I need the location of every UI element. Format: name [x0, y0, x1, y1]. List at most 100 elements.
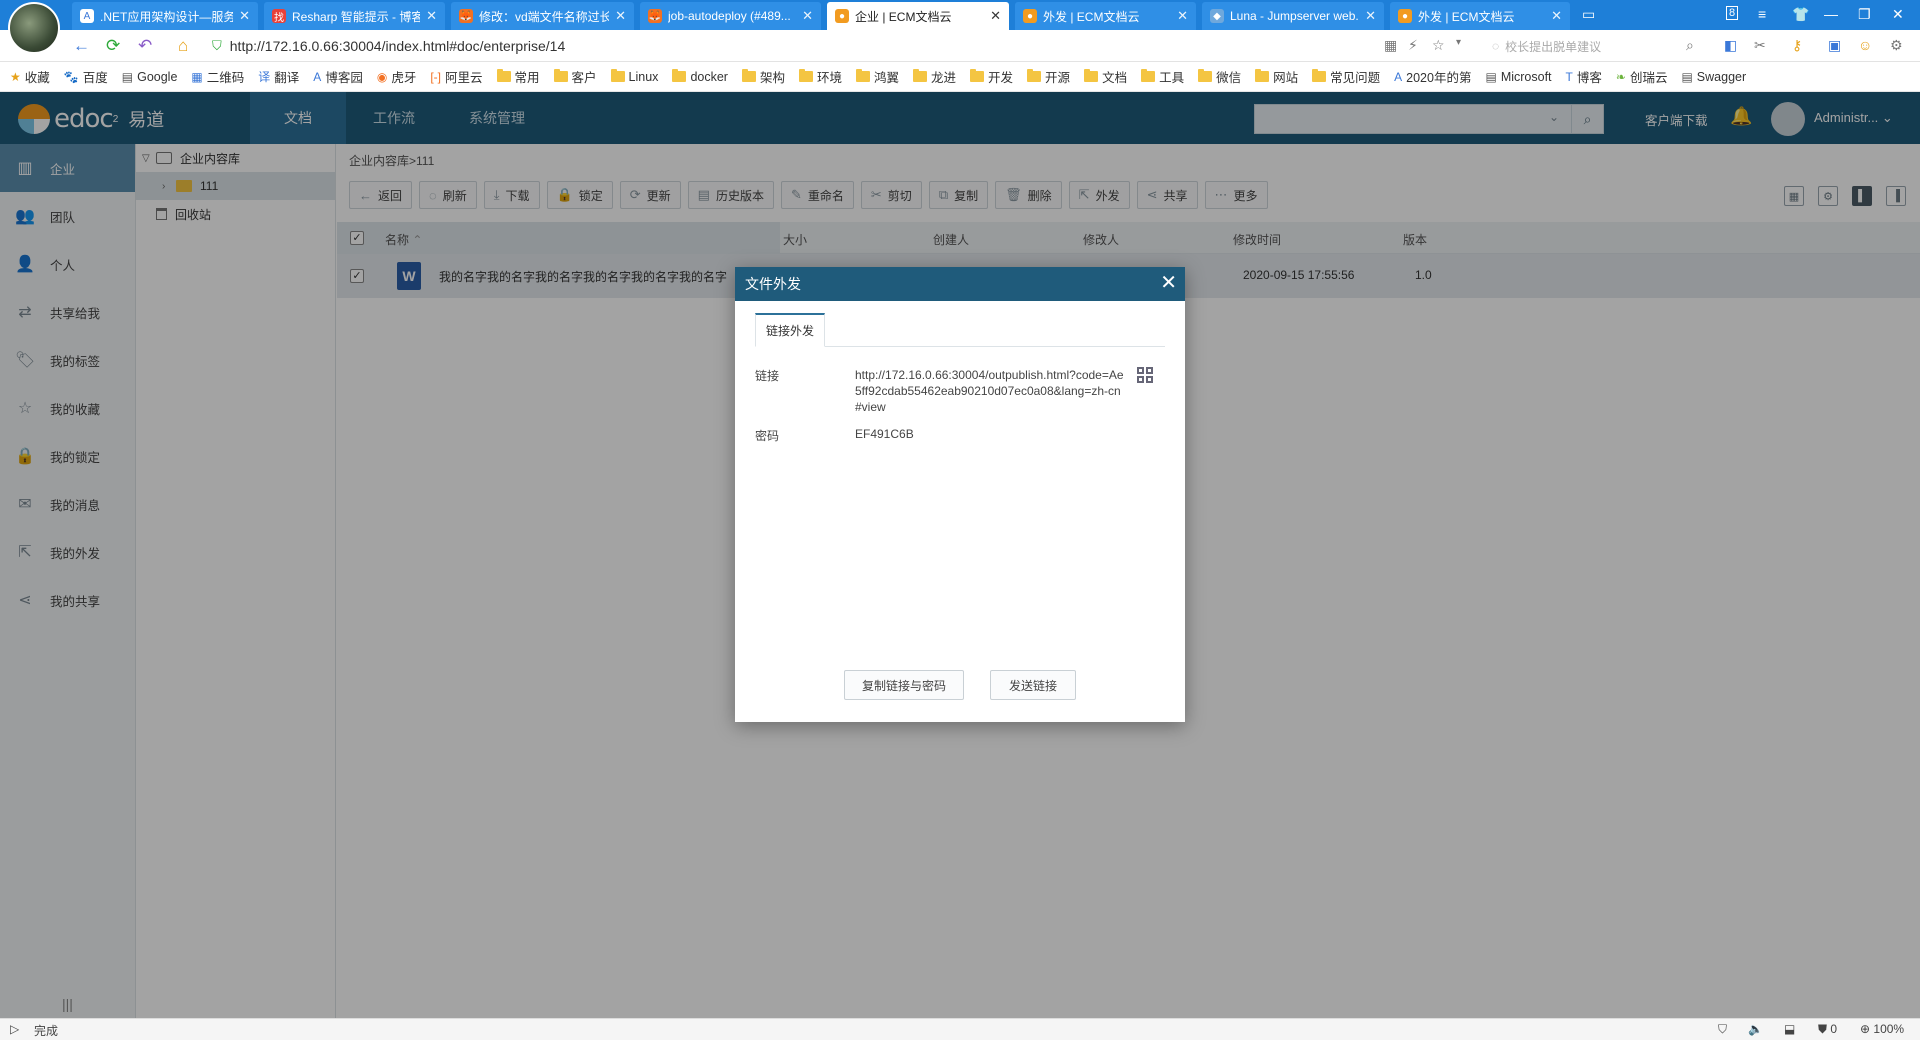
folder-icon [672, 69, 687, 82]
back-icon[interactable]: ← [73, 36, 90, 56]
close-icon[interactable]: ✕ [1160, 272, 1177, 294]
close-window-icon[interactable]: ✕ [1892, 6, 1904, 23]
bookmark-item[interactable]: [-] 阿里云 [430, 67, 482, 86]
password-value[interactable]: EF491C6B [855, 427, 914, 441]
bookmark-item[interactable]: 网站 [1255, 67, 1298, 86]
bookmark-item[interactable]: 龙进 [913, 67, 956, 86]
tools-icon[interactable]: ✂ [1754, 37, 1766, 54]
bookmark-item[interactable]: docker [672, 69, 728, 84]
close-tab-icon[interactable]: ✕ [802, 8, 813, 24]
bookmark-item[interactable]: 文档 [1084, 67, 1127, 86]
bookmark-item[interactable]: 微信 [1198, 67, 1241, 86]
new-tab-icon[interactable]: ▭ [1582, 6, 1595, 23]
browser-profile-avatar[interactable] [8, 2, 60, 54]
bookmark-item[interactable]: ◉ 虎牙 [377, 67, 417, 86]
browser-tab[interactable]: 找 Resharp 智能提示 - 博客... ✕ [264, 2, 445, 30]
url-text[interactable]: http://172.16.0.66:30004/index.html#doc/… [230, 38, 565, 54]
download-manager-icon[interactable]: ⬓ [1784, 1022, 1795, 1036]
bookmark-label: 开源 [1045, 71, 1071, 85]
bookmark-item[interactable]: Linux [610, 69, 659, 84]
bookmark-label: 环境 [816, 71, 842, 85]
browser-tab[interactable]: ● 企业 | ECM文档云 ✕ [827, 2, 1009, 30]
bookmark-item[interactable]: ▦ 二维码 [191, 67, 244, 86]
bookmark-label: 虎牙 [391, 71, 417, 85]
send-link-button[interactable]: 发送链接 [990, 670, 1076, 700]
bookmark-item[interactable]: 开发 [970, 67, 1013, 86]
copy-link-and-password-button[interactable]: 复制链接与密码 [844, 670, 964, 700]
dialog-header: 文件外发 ✕ [735, 267, 1185, 301]
browser-tab[interactable]: ● 外发 | ECM文档云 ✕ [1015, 2, 1196, 30]
bookmark-label: 2020年的第 [1406, 71, 1472, 85]
bookmark-item[interactable]: ★ 收藏 [10, 67, 50, 86]
bookmark-item[interactable]: 客户 [553, 67, 597, 86]
close-tab-icon[interactable]: ✕ [615, 8, 626, 24]
bookmark-label: Swagger [1696, 69, 1747, 84]
qr-code-icon[interactable] [1137, 367, 1153, 383]
tab-favicon-icon: A [80, 9, 94, 23]
qr-code-icon[interactable]: ▦ [1384, 37, 1397, 54]
tab-favicon-icon: ● [1023, 9, 1037, 23]
tab-count-badge[interactable]: 8 [1726, 6, 1739, 20]
link-value[interactable]: http://172.16.0.66:30004/outpublish.html… [855, 367, 1127, 415]
bookmark-item[interactable]: A 博客园 [313, 67, 363, 86]
reload-icon[interactable]: ⟳ [106, 36, 120, 56]
search-icon[interactable]: ⌕ [1686, 37, 1694, 54]
url-input[interactable]: ⛉ http://172.16.0.66:30004/index.html#do… [212, 35, 1377, 57]
undo-icon[interactable]: ↶ [138, 36, 152, 56]
browser-tab[interactable]: ◆ Luna - Jumpserver web... ✕ [1202, 2, 1384, 30]
close-tab-icon[interactable]: ✕ [990, 8, 1001, 24]
minimize-icon[interactable]: — [1824, 6, 1838, 22]
close-tab-icon[interactable]: ✕ [1551, 8, 1562, 24]
link-label: 链接 [755, 369, 780, 383]
cnblogs-icon: A [313, 69, 322, 84]
bookmark-item[interactable]: 工具 [1141, 67, 1184, 86]
sound-icon[interactable]: 🔈 [1748, 1022, 1763, 1036]
adblock-icon[interactable]: ⛊ 0 [1818, 1022, 1837, 1037]
close-tab-icon[interactable]: ✕ [426, 8, 437, 24]
bookmark-item[interactable]: 架构 [741, 67, 785, 86]
bookmark-item[interactable]: 常用 [496, 67, 540, 86]
bookmark-label: 阿里云 [445, 71, 483, 85]
dropdown-icon[interactable]: ▾ [1456, 37, 1461, 48]
skin-icon[interactable]: 👕 [1792, 6, 1809, 23]
bookmark-item[interactable]: 开源 [1027, 67, 1070, 86]
tab-title: 外发 | ECM文档云 [1418, 9, 1515, 24]
tab-link-publish[interactable]: 链接外发 [755, 313, 826, 347]
bookmark-item[interactable]: ❧ 创瑞云 [1616, 67, 1668, 86]
bookmark-label: Linux [628, 69, 659, 84]
browser-tab[interactable]: 🦊 修改：vd端文件名称过长... ✕ [451, 2, 634, 30]
browser-tab[interactable]: ● 外发 | ECM文档云 ✕ [1390, 2, 1570, 30]
bookmark-item[interactable]: T 博客 [1566, 67, 1602, 86]
bookmark-item[interactable]: ▤ Microsoft [1485, 70, 1551, 84]
bookmark-item[interactable]: 🐾 百度 [64, 67, 108, 86]
bookmark-item[interactable]: 常见问题 [1312, 67, 1380, 86]
lightning-icon[interactable]: ⚡ [1408, 37, 1418, 54]
menu-icon[interactable]: ≡ [1758, 6, 1766, 22]
close-tab-icon[interactable]: ✕ [239, 8, 250, 24]
secure-shield-icon: ⛉ [212, 38, 222, 53]
browser-tab[interactable]: 🦊 job-autodeploy (#489... ✕ [640, 2, 821, 30]
bookmark-label: Microsoft [1500, 69, 1552, 84]
bookmark-item[interactable]: 译翻译 [258, 67, 299, 86]
folder-icon [1198, 69, 1213, 82]
extension-3-icon[interactable]: ▣ [1828, 37, 1841, 54]
home-icon[interactable]: ⌂ [178, 36, 188, 56]
extension-1-icon[interactable]: ◧ [1724, 37, 1737, 54]
bookmark-item[interactable]: ▤ Google [122, 70, 178, 84]
emoji-icon[interactable]: ☺ [1858, 37, 1872, 53]
puzzle-icon[interactable]: ⚙ [1890, 37, 1903, 54]
zoom-control[interactable]: ⊕ 100% [1860, 1022, 1904, 1036]
browser-tab[interactable]: A .NET应用架构设计—服务... ✕ [72, 2, 258, 30]
bookmark-star-icon[interactable]: ☆ [1432, 37, 1445, 54]
bookmark-item[interactable]: ▤ Swagger [1681, 70, 1746, 84]
close-tab-icon[interactable]: ✕ [1365, 8, 1376, 24]
close-tab-icon[interactable]: ✕ [1177, 8, 1188, 24]
bookmark-item[interactable]: 鸿翼 [856, 67, 899, 86]
restore-icon[interactable]: ❐ [1858, 6, 1871, 23]
bookmark-item[interactable]: A 2020年的第 [1394, 67, 1471, 86]
extension-2-icon[interactable]: ⚷ [1792, 37, 1802, 54]
bookmark-item[interactable]: 环境 [798, 67, 842, 86]
status-play-icon[interactable]: ▷ [10, 1022, 19, 1036]
browser-search-input[interactable]: ◌ 校长提出脱单建议 [1492, 35, 1702, 57]
security-shield-icon[interactable]: ⛉ [1718, 1022, 1727, 1037]
